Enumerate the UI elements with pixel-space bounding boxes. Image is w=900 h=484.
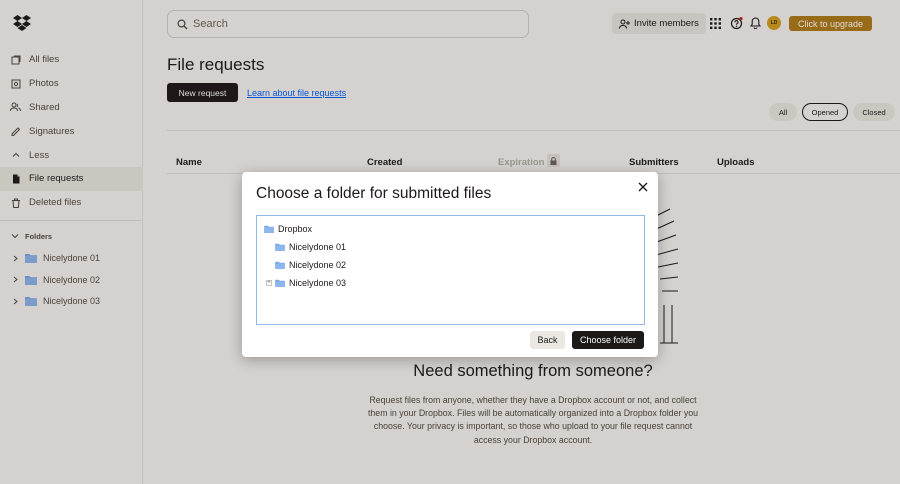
tree-item-label: Nicelydone 02 — [289, 260, 347, 270]
tree-item-label: Nicelydone 01 — [289, 242, 347, 252]
expand-icon[interactable]: + — [266, 280, 272, 286]
choose-folder-dialog: Choose a folder for submitted files Drop… — [242, 172, 658, 357]
folder-tree: Dropbox Nicelydone 01 Nicelydone 02 + Ni… — [256, 215, 645, 325]
folder-icon — [275, 279, 285, 287]
tree-item-nicelydone-02[interactable]: Nicelydone 02 — [275, 257, 346, 273]
back-button[interactable]: Back — [530, 331, 565, 349]
dialog-title: Choose a folder for submitted files — [256, 185, 492, 202]
choose-folder-button[interactable]: Choose folder — [572, 331, 644, 349]
close-icon[interactable] — [637, 181, 649, 193]
folder-icon — [275, 261, 285, 269]
tree-item-nicelydone-01[interactable]: Nicelydone 01 — [275, 239, 346, 255]
tree-item-nicelydone-03[interactable]: Nicelydone 03 — [275, 275, 346, 291]
tree-item-label: Nicelydone 03 — [289, 278, 347, 288]
tree-item-dropbox[interactable]: Dropbox — [264, 221, 312, 237]
folder-icon — [275, 243, 285, 251]
tree-item-label: Dropbox — [278, 224, 313, 234]
folder-icon — [264, 225, 274, 233]
